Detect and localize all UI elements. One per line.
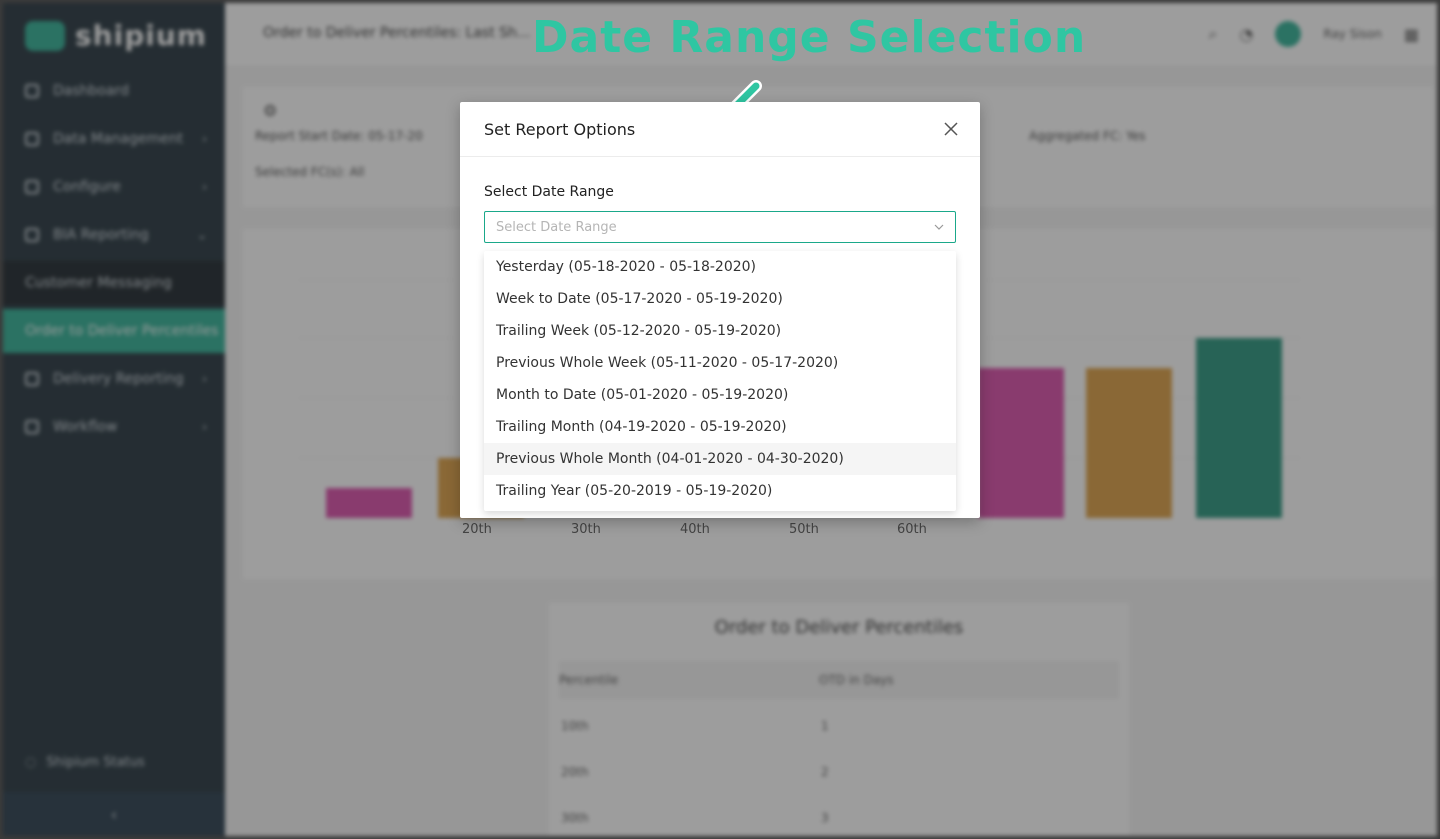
chevron-down-icon [934, 224, 944, 230]
date-range-select[interactable]: Select Date Range [484, 211, 956, 243]
option-trailing-year[interactable]: Trailing Year (05-20-2019 - 05-19-2020) [484, 475, 956, 507]
option-week-to-date[interactable]: Week to Date (05-17-2020 - 05-19-2020) [484, 283, 956, 315]
x-tick-label: 50th [789, 522, 819, 537]
date-range-dropdown: Yesterday (05-18-2020 - 05-18-2020) Week… [484, 251, 956, 511]
close-icon[interactable] [940, 118, 962, 140]
option-previous-whole-week[interactable]: Previous Whole Week (05-11-2020 - 05-17-… [484, 347, 956, 379]
option-month-to-date[interactable]: Month to Date (05-01-2020 - 05-19-2020) [484, 379, 956, 411]
option-trailing-week[interactable]: Trailing Week (05-12-2020 - 05-19-2020) [484, 315, 956, 347]
x-tick-label: 20th [462, 522, 492, 537]
modal-title: Set Report Options [484, 120, 636, 139]
option-trailing-month[interactable]: Trailing Month (04-19-2020 - 05-19-2020) [484, 411, 956, 443]
x-tick-label: 60th [897, 522, 927, 537]
select-placeholder: Select Date Range [496, 220, 617, 235]
option-yesterday[interactable]: Yesterday (05-18-2020 - 05-18-2020) [484, 251, 956, 283]
x-tick-label: 30th [571, 522, 601, 537]
option-previous-whole-month[interactable]: Previous Whole Month (04-01-2020 - 04-30… [484, 443, 956, 475]
x-tick-label: 40th [680, 522, 710, 537]
date-range-label: Select Date Range [484, 184, 614, 200]
annotation-label: Date Range Selection [532, 12, 1087, 63]
modal-header: Set Report Options [460, 102, 980, 157]
